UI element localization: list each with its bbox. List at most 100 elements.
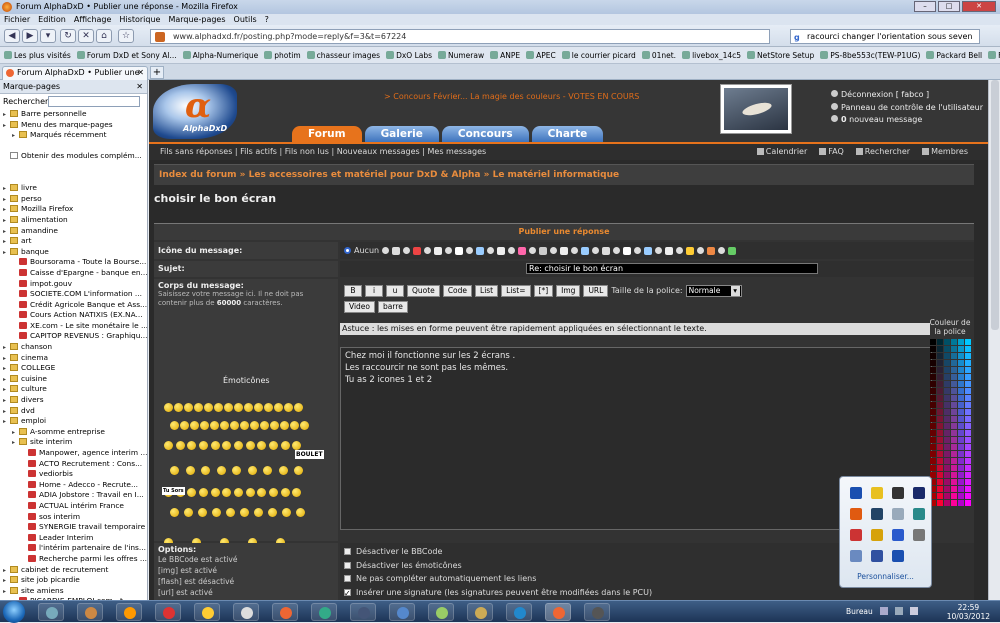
bookmark-folder[interactable]: ▸ Mozilla Firefox [0,204,147,215]
emoticon[interactable] [214,403,223,412]
desktop-toolbar-label[interactable]: Bureau [846,607,873,616]
color-swatch[interactable] [930,465,936,471]
taskbar-app-button[interactable] [350,603,376,621]
history-dropdown-icon[interactable]: ▾ [40,29,56,43]
color-swatch[interactable] [965,416,971,422]
format-button[interactable]: Code [442,285,473,297]
color-swatch[interactable] [958,500,964,506]
color-swatch[interactable] [951,465,957,471]
emoticon[interactable] [199,488,208,497]
emoticon[interactable] [278,466,288,475]
bookmark-folder[interactable]: ▸ COLLEGE [0,363,147,374]
color-swatch[interactable] [958,444,964,450]
menu-item[interactable]: Affichage [74,14,112,25]
tu-sors-emoticon[interactable]: Tu Sors [162,487,185,495]
color-swatch[interactable] [944,395,950,401]
bookmark-item[interactable]: Leader Interim [0,533,147,544]
color-swatch[interactable] [937,367,943,373]
color-swatch[interactable] [944,346,950,352]
bookmark-link[interactable]: PS-8be553c(TEW-P1UG) [820,51,920,60]
emoticon[interactable] [270,421,279,430]
bookmark-folder[interactable]: ▸ cinema [0,353,147,364]
expander-icon[interactable]: ▸ [3,417,10,427]
color-swatch[interactable] [965,423,971,429]
color-swatch[interactable] [937,360,943,366]
color-swatch[interactable] [958,451,964,457]
taskbar-app-button[interactable] [38,603,64,621]
emoticon[interactable] [170,508,179,517]
color-swatch[interactable] [937,353,943,359]
color-swatch[interactable] [958,402,964,408]
bookmark-link[interactable]: NetStore Setup [747,51,814,60]
color-swatch[interactable] [930,388,936,394]
volume-icon[interactable] [910,607,918,615]
taskbar-app-button[interactable] [311,603,337,621]
format-button[interactable]: B [344,285,362,297]
emoticon[interactable] [187,488,197,497]
emoticon[interactable] [269,441,278,450]
color-swatch[interactable] [958,437,964,443]
tray-app-icon[interactable] [913,508,925,520]
bookmark-item[interactable]: Caisse d'Epargne - banque en... [0,268,147,279]
color-swatch[interactable] [951,339,957,345]
color-swatch[interactable] [944,458,950,464]
tab-forum[interactable]: Forum AlphaDxD • Publier une réponse ✕ [2,66,148,89]
color-swatch[interactable] [951,444,957,450]
menu-item[interactable]: ? [265,14,269,25]
expander-icon[interactable]: ▸ [3,248,10,258]
bookmark-item[interactable]: sos interim [0,512,147,523]
bookmark-item[interactable]: Boursorama - Toute la Bourse... [0,257,147,268]
sidebar-search-input[interactable] [48,96,140,107]
color-swatch[interactable] [965,339,971,345]
emoticon[interactable] [263,466,273,475]
bookmark-folder[interactable]: ▸ site job picardie [0,575,147,586]
bookmark-folder[interactable]: ▸ Barre personnelle [0,109,147,120]
color-swatch[interactable] [930,360,936,366]
color-swatch[interactable] [951,346,957,352]
emoticon[interactable] [232,466,242,475]
expander-icon[interactable]: ▸ [3,396,10,406]
color-swatch[interactable] [965,472,971,478]
color-swatch[interactable] [944,374,950,380]
color-swatch[interactable] [944,402,950,408]
emoticon[interactable] [257,488,267,497]
color-swatch[interactable] [930,395,936,401]
color-swatch[interactable] [930,423,936,429]
search-link[interactable]: Rechercher [855,144,910,160]
bookmark-item[interactable]: XE.com - Le site monétaire le ... [0,321,147,332]
color-swatch[interactable] [958,409,964,415]
bookmark-item[interactable]: Home - Adecco - Recrute... [0,480,147,491]
tab-forum-nav[interactable]: Forum [292,126,362,142]
color-swatch[interactable] [951,353,957,359]
bookmark-link[interactable]: Les plus visités [4,51,71,60]
bookmark-link[interactable]: Packard Bell [926,51,982,60]
taskbar-app-button[interactable] [233,603,259,621]
search-input[interactable]: g racourci changer l'orientation sous se… [790,29,980,44]
bookmark-folder[interactable]: ▸ emploi [0,416,147,427]
page-scrollbar[interactable] [988,80,1000,600]
color-swatch[interactable] [965,486,971,492]
format-button[interactable]: URL [583,285,609,297]
subject-input[interactable]: Re: choisir le bon écran [526,263,818,274]
option-checkbox[interactable] [344,561,351,569]
new-messages-link[interactable]: 0 nouveau message [831,114,983,127]
taskbar-app-button[interactable] [272,603,298,621]
color-swatch[interactable] [944,353,950,359]
emoticon[interactable] [280,421,289,430]
bookmark-folder[interactable]: ▸ perso [0,194,147,205]
tray-app-icon[interactable] [871,508,883,520]
emoticon[interactable] [294,403,303,412]
emoticon[interactable] [292,441,302,450]
message-icon-radio[interactable] [403,247,411,254]
reload-icon[interactable]: ↻ [60,29,76,43]
bookmark-folder[interactable]: ▸ art [0,236,147,247]
expander-icon[interactable]: ▸ [12,438,19,448]
bookmark-item[interactable]: SYNERGIE travail temporaire [0,522,147,533]
color-swatch[interactable] [937,493,943,499]
new-tab-button[interactable]: + [150,66,164,79]
bookmark-folder[interactable]: ▸ dvd [0,406,147,417]
color-swatch[interactable] [958,395,964,401]
color-swatch[interactable] [965,395,971,401]
color-swatch[interactable] [958,339,964,345]
expander-icon[interactable]: ▸ [3,364,10,374]
